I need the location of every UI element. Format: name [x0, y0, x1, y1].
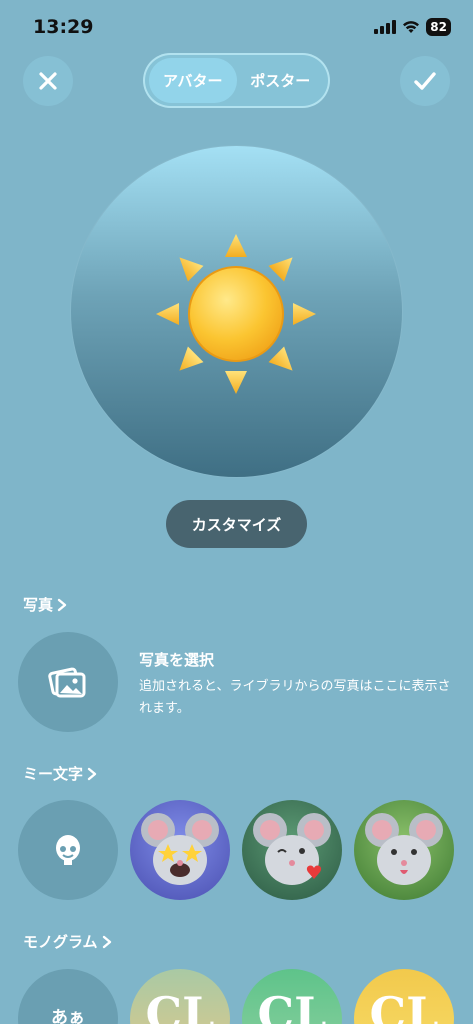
select-photo-description: 追加されると、ライブラリからの写真はここに表示されます。: [139, 679, 451, 716]
status-time: 13:29: [33, 16, 94, 38]
signal-icon: [374, 20, 397, 34]
memoji-mouse-star-eyes[interactable]: [130, 800, 230, 900]
tab-avatar[interactable]: アバター: [149, 58, 237, 103]
close-icon: [39, 72, 57, 90]
monogram-section-header[interactable]: モノグラム: [23, 931, 112, 952]
photo-library-icon: [48, 667, 86, 698]
photos-section-title: 写真: [23, 596, 54, 614]
mouse-memoji-image: [365, 813, 443, 885]
monogram-text: あぁ: [51, 1008, 85, 1024]
status-bar: 13:29 82: [0, 0, 473, 54]
memoji-face-icon: [56, 835, 80, 865]
monogram-option[interactable]: CL: [242, 969, 342, 1024]
mouse-memoji-image: [253, 813, 331, 885]
status-icons: 82: [374, 18, 451, 36]
monogram-section-title: モノグラム: [23, 933, 98, 951]
monogram-option[interactable]: CL: [354, 969, 454, 1024]
select-photo-button[interactable]: [18, 632, 118, 732]
customize-button[interactable]: カスタマイズ: [166, 500, 307, 548]
new-monogram-button[interactable]: あぁ: [18, 969, 118, 1024]
monogram-option[interactable]: CL: [130, 969, 230, 1024]
select-photo-title: 写真を選択: [139, 651, 215, 669]
wifi-icon: [403, 21, 420, 33]
chevron-right-icon: [57, 598, 67, 611]
memoji-section-header[interactable]: ミー文字: [23, 763, 97, 784]
memoji-mouse-kiss[interactable]: [242, 800, 342, 900]
avatar-preview: [71, 146, 402, 477]
new-memoji-button[interactable]: [18, 800, 118, 900]
checkmark-icon: [414, 72, 436, 90]
chevron-right-icon: [87, 767, 97, 780]
memoji-section-title: ミー文字: [23, 765, 84, 783]
monogram-text: CL: [257, 987, 327, 1024]
battery-indicator: 82: [426, 18, 451, 36]
chevron-right-icon: [102, 935, 111, 948]
monogram-text: CL: [145, 987, 215, 1024]
done-button[interactable]: [400, 56, 450, 106]
mouse-memoji-image: [141, 813, 219, 885]
tab-poster[interactable]: ポスター: [237, 58, 325, 103]
memoji-mouse-tongue[interactable]: [354, 800, 454, 900]
sun-icon: [156, 234, 316, 394]
photos-section-header[interactable]: 写真: [23, 594, 67, 615]
avatar-poster-segmented-control: アバター ポスター: [143, 53, 330, 108]
close-button[interactable]: [23, 56, 73, 106]
monogram-text: CL: [369, 987, 439, 1024]
